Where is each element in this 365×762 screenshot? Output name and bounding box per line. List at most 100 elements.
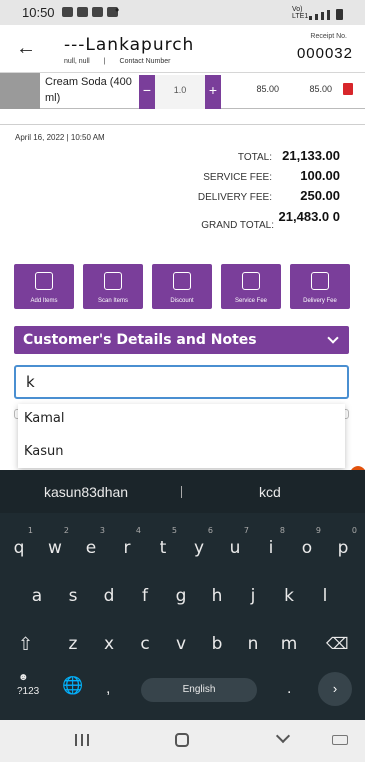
delivery-fee-value: 250.00	[300, 188, 340, 203]
key-n[interactable]: n	[236, 626, 270, 662]
recents-icon[interactable]	[75, 734, 89, 746]
customer-section-title: Customer's Details and Notes	[23, 332, 257, 348]
key-r[interactable]: r4	[110, 526, 144, 566]
key-u[interactable]: u7	[218, 526, 252, 566]
suggestion-kasun[interactable]: Kasun	[24, 444, 64, 459]
key-d[interactable]: d	[92, 578, 126, 614]
delivery-fee-label: DELIVERY FEE:	[197, 192, 272, 203]
service-fee-button[interactable]: Service Fee	[221, 264, 281, 309]
backspace-key[interactable]: ⌫	[326, 634, 349, 654]
subtitle-separator: |	[103, 58, 106, 65]
notification-icons	[62, 7, 118, 17]
video-icon	[62, 7, 73, 17]
contact-number: Contact Number	[119, 58, 171, 65]
grand-total-value: 21,483.0 0	[278, 209, 340, 224]
key-z[interactable]: z	[56, 626, 90, 662]
action-buttons: Add Items Scan Items Discount Service Fe…	[14, 264, 350, 309]
add-items-label: Add Items	[30, 298, 58, 304]
scan-items-button[interactable]: Scan Items	[83, 264, 143, 309]
keyboard-suggestion[interactable]: kcd	[259, 484, 281, 500]
key-j[interactable]: j	[236, 578, 270, 614]
globe-icon[interactable]: 🌐	[62, 676, 83, 696]
key-number-hint: 1	[27, 526, 33, 535]
shop-title: ---Lankapurch	[64, 35, 192, 55]
receipt-number: 000032	[296, 45, 353, 62]
back-arrow-icon[interactable]: ←	[16, 37, 36, 60]
comma-key[interactable]: ,	[106, 680, 110, 698]
key-letter: q	[13, 538, 25, 558]
play-icon	[77, 7, 88, 17]
service-fee-button-label: Service Fee	[234, 298, 267, 304]
key-row-1: q1w2e3r4t5y6u7i8o9p0	[0, 526, 365, 566]
network-label: Vo) LTE1	[292, 6, 309, 20]
key-b[interactable]: b	[200, 626, 234, 662]
key-number-hint: 0	[351, 526, 357, 535]
keyboard-suggestion[interactable]: kasun83dhan	[44, 484, 128, 500]
image-icon	[92, 7, 103, 17]
key-i[interactable]: i8	[254, 526, 288, 566]
tag-icon	[173, 272, 191, 290]
key-s[interactable]: s	[56, 578, 90, 614]
barcode-icon	[104, 272, 122, 290]
receipt-label: Receipt No.	[310, 33, 347, 40]
key-number-hint: 3	[99, 526, 105, 535]
status-bar: 10:50 • Vo) LTE1	[0, 0, 365, 25]
key-k[interactable]: k	[272, 578, 306, 614]
emoji-icon[interactable]: ☻	[18, 672, 29, 683]
key-l[interactable]: l	[308, 578, 342, 614]
key-q[interactable]: q1	[2, 526, 36, 566]
signal-icon	[315, 14, 318, 20]
key-number-hint: 8	[279, 526, 285, 535]
item-thumbnail	[0, 73, 40, 109]
key-number-hint: 6	[207, 526, 213, 535]
bag-plus-icon	[35, 272, 53, 290]
key-c[interactable]: c	[128, 626, 162, 662]
service-fee-row: SERVICE FEE: 100.00	[203, 168, 340, 183]
delivery-fee-button[interactable]: Delivery Fee	[290, 264, 350, 309]
cart-item-row: Cream Soda (400 ml) − 1.0 + 85.00 85.00	[0, 73, 365, 109]
customer-name-input[interactable]	[14, 365, 349, 399]
symbols-key[interactable]: ?123	[17, 686, 39, 697]
key-y[interactable]: y6	[182, 526, 216, 566]
shop-subtitle: null, null | Contact Number	[64, 58, 170, 65]
key-x[interactable]: x	[92, 626, 126, 662]
home-icon[interactable]	[175, 733, 189, 747]
chevron-down-icon[interactable]	[275, 728, 291, 744]
key-letter: i	[268, 538, 274, 558]
decrease-qty-button[interactable]: −	[139, 75, 155, 109]
item-name: Cream Soda (400 ml)	[45, 76, 132, 104]
total-label: TOTAL:	[237, 152, 272, 163]
key-h[interactable]: h	[200, 578, 234, 614]
keyboard-icon[interactable]	[332, 735, 348, 745]
status-time: 10:50	[22, 5, 55, 20]
service-fee-value: 100.00	[300, 168, 340, 183]
key-m[interactable]: m	[272, 626, 306, 662]
screen: 10:50 • Vo) LTE1 ← ---Lankapurch null, n…	[0, 0, 365, 762]
period-key[interactable]: .	[287, 680, 291, 698]
key-number-hint: 4	[135, 526, 141, 535]
key-number-hint: 7	[243, 526, 249, 535]
suggestion-divider	[181, 486, 182, 498]
key-o[interactable]: o9	[290, 526, 324, 566]
key-g[interactable]: g	[164, 578, 198, 614]
discount-button[interactable]: Discount	[152, 264, 212, 309]
key-letter: u	[229, 538, 241, 558]
key-f[interactable]: f	[128, 578, 162, 614]
key-p[interactable]: p0	[326, 526, 360, 566]
shift-key[interactable]: ⇧	[18, 634, 33, 655]
system-nav-bar	[0, 720, 365, 762]
suggestion-kamal[interactable]: Kamal	[24, 411, 65, 426]
enter-key[interactable]: ›	[318, 672, 352, 706]
qty-field[interactable]: 1.0	[155, 75, 205, 109]
customer-section-header[interactable]: Customer's Details and Notes	[14, 326, 349, 354]
key-w[interactable]: w2	[38, 526, 72, 566]
key-a[interactable]: a	[20, 578, 54, 614]
delete-icon[interactable]	[343, 83, 353, 95]
key-e[interactable]: e3	[74, 526, 108, 566]
add-items-button[interactable]: Add Items	[14, 264, 74, 309]
key-t[interactable]: t5	[146, 526, 180, 566]
increase-qty-button[interactable]: +	[205, 75, 221, 109]
key-v[interactable]: v	[164, 626, 198, 662]
space-key[interactable]: English	[141, 678, 257, 702]
status-right: Vo) LTE1	[292, 6, 343, 20]
